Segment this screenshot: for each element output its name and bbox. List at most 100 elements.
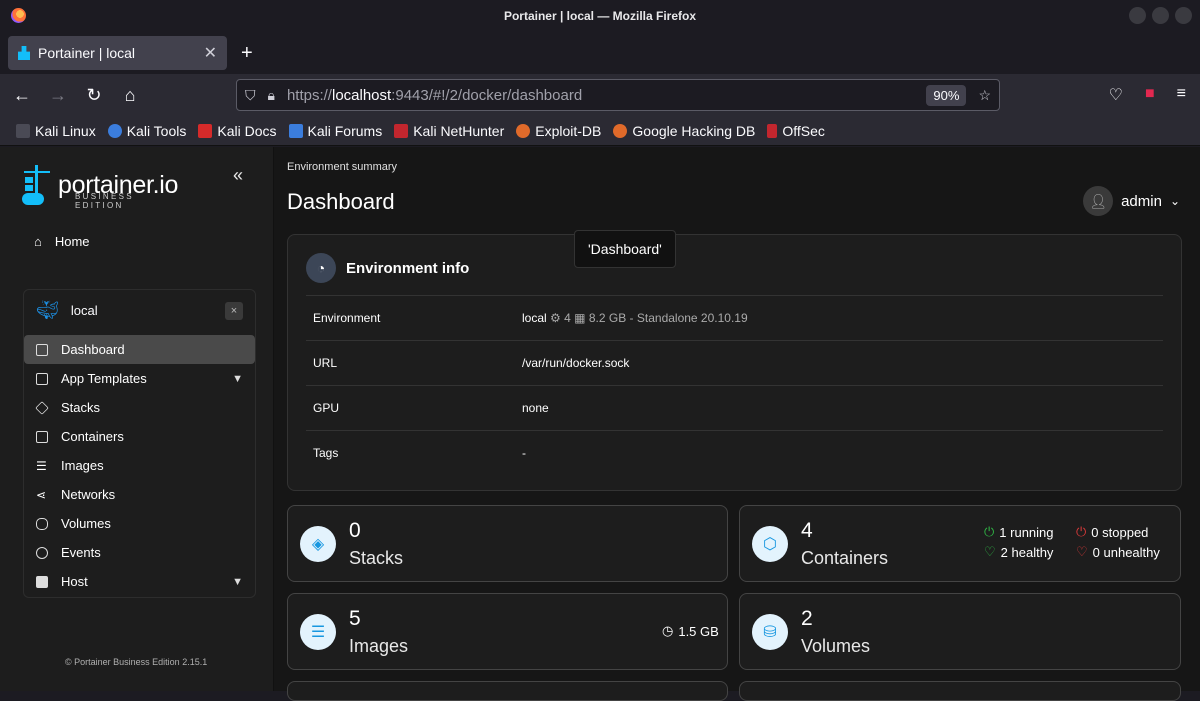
- home-button[interactable]: ⌂: [116, 81, 144, 109]
- portainer-logo-icon: [22, 165, 52, 205]
- close-environment-button[interactable]: ×: [225, 301, 243, 320]
- widget-title: Environment info: [346, 259, 470, 277]
- images-size: ◷ 1.5 GB: [662, 623, 719, 639]
- dashboard-icon: [36, 343, 48, 356]
- close-window-button[interactable]: [1175, 7, 1192, 24]
- running-status: ⏻ 1 running: [984, 524, 1054, 540]
- sidebar-item-volumes[interactable]: Volumes: [24, 509, 255, 538]
- tab-title: Portainer | local: [38, 45, 136, 61]
- clock-icon: [36, 546, 48, 559]
- url-path: :9443/#!/2/docker/dashboard: [391, 86, 583, 104]
- url-host: localhost: [331, 86, 392, 104]
- kali-icon: [16, 123, 30, 138]
- kali-docs-icon: [198, 123, 213, 138]
- close-tab-icon[interactable]: ✕: [204, 43, 217, 63]
- shield-icon[interactable]: ⛉: [245, 87, 256, 104]
- box-icon: [36, 430, 48, 443]
- sidebar-item-events[interactable]: Events: [24, 538, 255, 567]
- sidebar-item-containers[interactable]: Containers: [24, 422, 255, 451]
- avatar: 👤︎: [1083, 186, 1114, 216]
- sidebar-item-home[interactable]: ⌂ Home: [34, 234, 90, 249]
- minimize-button[interactable]: [1129, 7, 1146, 24]
- chevron-down-icon[interactable]: ▼: [232, 576, 243, 588]
- toolbar-right: ♡ ■ ≡: [1109, 85, 1186, 105]
- sidebar-item-host[interactable]: Host ▼: [24, 567, 255, 596]
- unhealthy-status: ♡ 0 unhealthy: [1076, 544, 1160, 560]
- database-icon: ⛁: [752, 613, 788, 650]
- back-button[interactable]: ←: [8, 81, 36, 109]
- reload-button[interactable]: ↻: [80, 81, 108, 109]
- heart-icon: ♡: [1076, 544, 1088, 559]
- database-icon: [36, 517, 48, 530]
- sidebar-footer: © Portainer Business Edition 2.15.1: [65, 657, 208, 667]
- bookmarks-bar: Kali Linux Kali Tools Kali Docs Kali For…: [0, 116, 1200, 146]
- images-card[interactable]: ☰ 5 Images ◷ 1.5 GB: [287, 593, 728, 670]
- home-icon: ⌂: [34, 234, 42, 249]
- bookmark-kali-forums[interactable]: Kali Forums: [288, 123, 382, 139]
- power-icon: ⏻: [984, 524, 995, 539]
- containers-card[interactable]: ⬡ 4 Containers ⏻ 1 running ⏻ 0 stopped ♡ 2 …: [739, 505, 1181, 582]
- chevron-down-icon[interactable]: ▼: [232, 373, 243, 385]
- zoom-indicator[interactable]: 90%: [926, 84, 967, 106]
- list-icon: ☰: [36, 458, 47, 473]
- environment-header: 🐳︎ local ×: [24, 290, 255, 331]
- environment-info-widget: ◔ Environment info Environment local ⚙ 4 …: [287, 234, 1182, 491]
- pocket-icon[interactable]: ♡: [1109, 85, 1123, 105]
- kali-tools-icon: [107, 123, 122, 138]
- bookmark-offsec[interactable]: OffSec: [767, 123, 825, 139]
- sidebar-item-dashboard[interactable]: Dashboard: [24, 335, 255, 364]
- sidebar-item-stacks[interactable]: Stacks: [24, 393, 255, 422]
- cpu-icon: ⚙: [550, 311, 561, 325]
- host-icon: [36, 575, 48, 588]
- bookmark-star-icon[interactable]: ☆: [978, 87, 991, 104]
- environment-panel: 🐳︎ local × Dashboard App Templates ▼ Stac…: [23, 289, 256, 598]
- sidebar-item-images[interactable]: ☰ Images: [24, 451, 255, 480]
- offsec-icon: [767, 123, 778, 138]
- edit-icon: [36, 372, 48, 385]
- memory-icon: ▦: [574, 311, 586, 325]
- stopped-status: ⏻ 0 stopped: [1076, 524, 1149, 540]
- url-bar[interactable]: ⛉ 🔒︎ https://localhost:9443/#!/2/docker/…: [236, 79, 1000, 111]
- new-tab-button[interactable]: +: [241, 42, 253, 65]
- clock-icon: ◷: [662, 623, 674, 638]
- username: admin: [1121, 192, 1162, 210]
- exploit-db-icon: [516, 123, 531, 138]
- next-card-partial-right: [739, 681, 1181, 701]
- navigation-bar: ← → ↻ ⌂ ⛉ 🔒︎ https://localhost:9443/#!/2…: [0, 74, 1200, 116]
- extension-icon[interactable]: ■: [1145, 85, 1155, 105]
- info-row-tags: Tags -: [306, 430, 1163, 475]
- browser-tab[interactable]: Portainer | local ✕: [8, 36, 227, 70]
- bookmark-exploit-db[interactable]: Exploit-DB: [516, 123, 601, 139]
- stacks-card[interactable]: ◈ 0 Stacks: [287, 505, 728, 582]
- user-menu[interactable]: 👤︎ admin ⌄: [1083, 186, 1180, 216]
- bookmark-google-hacking-db[interactable]: Google Hacking DB: [613, 123, 755, 139]
- share-icon: ⋖: [36, 487, 47, 502]
- volumes-card[interactable]: ⛁ 2 Volumes: [739, 593, 1181, 670]
- ghdb-icon: [613, 123, 628, 138]
- maximize-button[interactable]: [1152, 7, 1169, 24]
- kali-forums-icon: [288, 123, 303, 138]
- url-scheme: https://: [286, 86, 332, 104]
- portainer-logo[interactable]: portainer.io BUSINESS EDITION: [22, 165, 178, 210]
- environment-menu: Dashboard App Templates ▼ Stacks Containe…: [24, 335, 255, 596]
- menu-icon[interactable]: ≡: [1177, 85, 1186, 105]
- tab-bar: Portainer | local ✕ +: [0, 32, 1200, 74]
- lock-icon[interactable]: 🔒︎: [268, 87, 275, 104]
- portainer-app: portainer.io BUSINESS EDITION « ⌂ Home 🐳…: [0, 147, 1200, 701]
- gauge-icon: ◔: [306, 253, 336, 283]
- bookmark-kali-docs[interactable]: Kali Docs: [198, 123, 277, 139]
- bookmark-kali-linux[interactable]: Kali Linux: [16, 123, 96, 139]
- sidebar: portainer.io BUSINESS EDITION « ⌂ Home 🐳…: [0, 147, 274, 691]
- chevron-down-icon: ⌄: [1169, 194, 1180, 208]
- box-icon: ⬡: [752, 525, 788, 562]
- sidebar-item-app-templates[interactable]: App Templates ▼: [24, 364, 255, 393]
- sidebar-item-networks[interactable]: ⋖ Networks: [24, 480, 255, 509]
- heart-icon: ♡: [984, 544, 996, 559]
- forward-button[interactable]: →: [44, 81, 72, 109]
- collapse-sidebar-icon[interactable]: «: [233, 165, 243, 186]
- power-icon: ⏻: [1076, 524, 1087, 539]
- window-titlebar: Portainer | local — Mozilla Firefox: [0, 0, 1200, 32]
- next-card-partial: [287, 681, 728, 701]
- bookmark-kali-tools[interactable]: Kali Tools: [107, 123, 186, 139]
- bookmark-kali-nethunter[interactable]: Kali NetHunter: [394, 123, 504, 139]
